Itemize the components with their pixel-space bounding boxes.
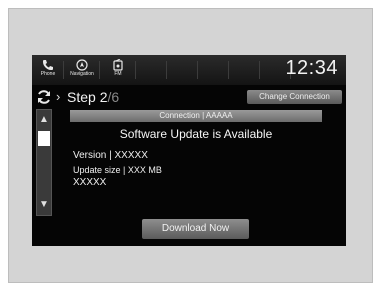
step-total: /6: [107, 89, 120, 105]
step-row: › Step 2/6 Change Connection: [32, 86, 346, 108]
divider: [197, 61, 198, 79]
connection-header: Connection | AAAAA: [70, 110, 322, 122]
update-size-text: Update size | XXX MB: [73, 165, 162, 175]
page-title: Software Update is Available: [119, 127, 273, 141]
phone-icon: [43, 60, 53, 70]
radio-icon: [113, 59, 123, 71]
navigation-shortcut[interactable]: Navigation: [68, 57, 96, 83]
scroll-up-icon[interactable]: ▲: [37, 112, 51, 128]
divider: [166, 61, 167, 79]
scroll-down-icon[interactable]: ▼: [37, 197, 51, 213]
status-bar: Phone Navigation FM 12:34: [32, 55, 346, 85]
divider: [135, 61, 136, 79]
head-unit-screen: Phone Navigation FM 12:34 › Step 2/6 Cha…: [32, 55, 346, 246]
clock: 12:34: [285, 57, 338, 79]
phone-shortcut[interactable]: Phone: [34, 57, 62, 83]
fm-label: FM: [114, 71, 122, 77]
step-indicator: Step 2/6: [67, 89, 119, 105]
download-now-button[interactable]: Download Now: [142, 219, 249, 239]
navigation-icon: [76, 59, 88, 71]
navigation-label: Navigation: [70, 71, 94, 77]
fm-shortcut[interactable]: FM: [104, 57, 132, 83]
chevron-right-icon: ›: [56, 89, 61, 104]
phone-label: Phone: [40, 71, 56, 77]
change-connection-button[interactable]: Change Connection: [247, 90, 342, 104]
refresh-icon[interactable]: [36, 89, 52, 105]
scrollbar[interactable]: ▲ ▼: [36, 109, 52, 216]
divider: [63, 61, 64, 79]
divider: [99, 61, 100, 79]
step-current: Step 2: [67, 89, 108, 105]
divider: [228, 61, 229, 79]
divider: [259, 61, 260, 79]
scroll-thumb[interactable]: [38, 131, 50, 146]
extra-text: XXXXX: [73, 177, 107, 188]
version-text: Version | XXXXX: [73, 150, 148, 161]
